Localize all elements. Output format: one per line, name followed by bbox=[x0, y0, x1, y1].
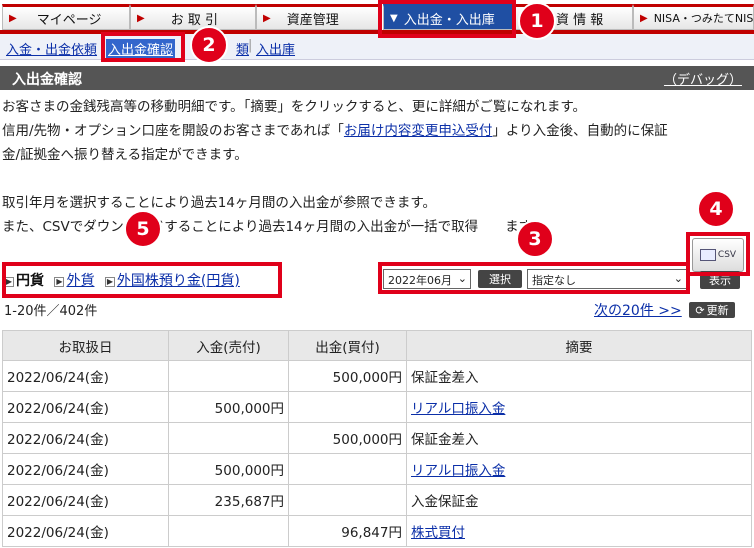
arrow-right-icon: ▶ bbox=[9, 12, 17, 24]
arrow-right-icon: ▶ bbox=[263, 12, 271, 24]
section-title-bar: 入出金確認 （デバッグ） bbox=[0, 66, 754, 90]
cell-memo: リアル口振入金 bbox=[406, 391, 752, 423]
tab-trade[interactable]: ▶ お 取 引 bbox=[130, 4, 256, 30]
arrow-right-icon: ▶ bbox=[137, 12, 145, 24]
table-row: 2022/06/24(金) 500,000円 保証金差入 bbox=[2, 422, 752, 454]
page-title: 入出金確認 bbox=[12, 72, 82, 88]
intro-line-5: また、CSVでダウン ドすることにより過去14ヶ月間の入出金が一括で取得 ます。 bbox=[2, 219, 545, 235]
cell-memo: 保証金差入 bbox=[406, 422, 752, 454]
intro-line-1: お客さまの金銭残高等の移動明細です。「摘要」をクリックすると、更に詳細がご覧にな… bbox=[2, 99, 587, 115]
annotation-badge-1: 1 bbox=[518, 2, 556, 40]
col-in: 入金(売付) bbox=[168, 330, 289, 361]
table-row: 2022/06/24(金) 500,000円 保証金差入 bbox=[2, 360, 752, 392]
refresh-label: 更新 bbox=[706, 304, 729, 317]
tab-mypage[interactable]: ▶ マイページ bbox=[2, 4, 130, 30]
subnav-deposit-request[interactable]: 入金・出金依頼 bbox=[6, 39, 97, 58]
tab-label: お 取 引 bbox=[170, 12, 218, 28]
subnav-separator: | bbox=[248, 38, 253, 53]
intro-line-3: 金/証拠金へ振り替える指定ができます。 bbox=[2, 147, 248, 163]
table-row: 2022/06/24(金) 235,687円 入金保証金 bbox=[2, 484, 752, 516]
annotation-badge-4: 4 bbox=[697, 190, 735, 228]
cell-out: 500,000円 bbox=[288, 422, 407, 454]
cell-date: 2022/06/24(金) bbox=[2, 391, 169, 423]
intro-text: 信用/先物・オプション口座を開設のお客さまであれば「 bbox=[2, 123, 344, 139]
memo-link[interactable]: 株式買付 bbox=[411, 525, 465, 541]
refresh-button[interactable]: ⟳ 更新 bbox=[689, 302, 735, 318]
intro-line-4: 取引年月を選択することにより過去14ヶ月間の入出金が参照できます。 bbox=[2, 195, 437, 211]
cell-in: 500,000円 bbox=[168, 391, 289, 423]
subnav-securities-transfer[interactable]: 入出庫 bbox=[256, 39, 295, 58]
cell-out: 500,000円 bbox=[288, 360, 407, 392]
col-date: お取扱日 bbox=[2, 330, 169, 361]
tab-assets[interactable]: ▶ 資産管理 bbox=[256, 4, 380, 30]
cell-date: 2022/06/24(金) bbox=[2, 453, 169, 485]
memo-link[interactable]: リアル口振入金 bbox=[411, 401, 505, 417]
intro-text: 」より入金後、自動的に保証 bbox=[492, 123, 668, 139]
col-out: 出金(買付) bbox=[288, 330, 407, 361]
arrow-right-icon: ▶ bbox=[640, 12, 648, 24]
cell-date: 2022/06/24(金) bbox=[2, 484, 169, 516]
annotation-box-4 bbox=[686, 232, 750, 276]
change-notification-link[interactable]: お届け内容変更申込受付 bbox=[344, 123, 493, 139]
cell-date: 2022/06/24(金) bbox=[2, 360, 169, 392]
cell-in: 500,000円 bbox=[168, 453, 289, 485]
tab-label: マイページ bbox=[36, 12, 102, 28]
cell-in bbox=[168, 515, 289, 547]
tab-label: 資 情 報 bbox=[556, 12, 604, 28]
cell-date: 2022/06/24(金) bbox=[2, 422, 169, 454]
cell-memo: 入金保証金 bbox=[406, 484, 752, 516]
next-page-link[interactable]: 次の20件 >> bbox=[594, 300, 682, 320]
refresh-icon: ⟳ bbox=[695, 303, 705, 317]
top-nav: ▶ マイページ ▶ お 取 引 ▶ 資産管理 ▼ 入出金・入出庫 資 情 報 ▶… bbox=[0, 0, 754, 34]
annotation-box-3 bbox=[378, 262, 690, 294]
table-row: 2022/06/24(金) 500,000円 リアル口振入金 bbox=[2, 453, 752, 485]
cell-memo: 保証金差入 bbox=[406, 360, 752, 392]
memo-link[interactable]: リアル口振入金 bbox=[411, 463, 505, 479]
tab-nisa[interactable]: ▶ NISA・つみたてNISA bbox=[633, 4, 754, 30]
annotation-badge-2: 2 bbox=[190, 26, 228, 64]
cell-memo: 株式買付 bbox=[406, 515, 752, 547]
table-row: 2022/06/24(金) 96,847円 株式買付 bbox=[2, 515, 752, 547]
result-count: 1-20件／402件 bbox=[4, 304, 98, 319]
intro-line-2: 信用/先物・オプション口座を開設のお客さまであれば「お届け内容変更申込受付」より… bbox=[2, 119, 668, 143]
annotation-box-5 bbox=[2, 262, 282, 298]
cell-date: 2022/06/24(金) bbox=[2, 515, 169, 547]
annotation-box-1 bbox=[378, 0, 516, 38]
annotation-badge-3: 3 bbox=[516, 220, 554, 258]
cell-out bbox=[288, 391, 407, 423]
cell-memo: リアル口振入金 bbox=[406, 453, 752, 485]
annotation-badge-5: 5 bbox=[124, 210, 162, 248]
table-row: 2022/06/24(金) 500,000円 リアル口振入金 bbox=[2, 391, 752, 423]
tab-label: NISA・つみたてNISA bbox=[653, 12, 754, 25]
cell-in: 235,687円 bbox=[168, 484, 289, 516]
tab-label: 資産管理 bbox=[286, 12, 339, 28]
transactions-table: お取扱日 入金(売付) 出金(買付) 摘要 2022/06/24(金) 500,0… bbox=[2, 330, 752, 547]
table-header-row: お取扱日 入金(売付) 出金(買付) 摘要 bbox=[2, 330, 752, 361]
cell-out: 96,847円 bbox=[288, 515, 407, 547]
cell-in bbox=[168, 360, 289, 392]
debug-link[interactable]: （デバッグ） bbox=[664, 69, 742, 88]
cell-out bbox=[288, 484, 407, 516]
col-memo: 摘要 bbox=[406, 330, 752, 361]
cell-in bbox=[168, 422, 289, 454]
cell-out bbox=[288, 453, 407, 485]
annotation-box-2 bbox=[101, 32, 185, 62]
